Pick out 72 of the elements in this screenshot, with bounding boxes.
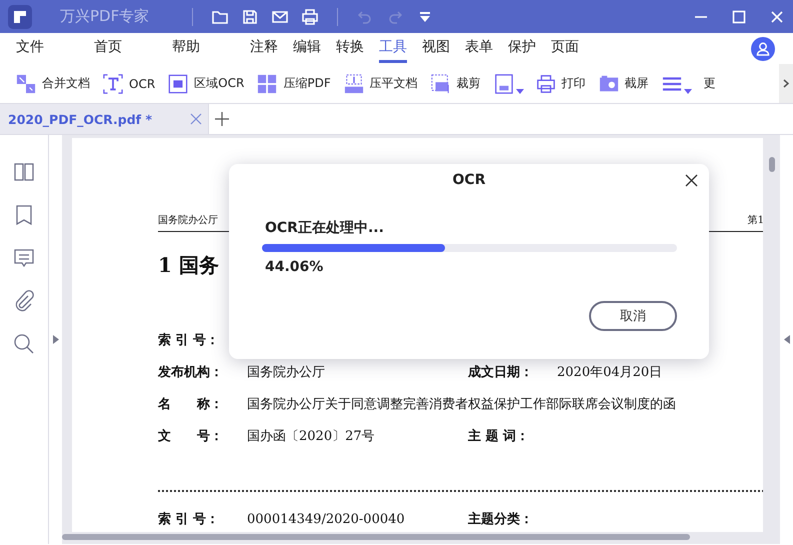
page-number: 第1 bbox=[748, 214, 763, 227]
caret-icon bbox=[684, 88, 692, 94]
camera-icon bbox=[598, 74, 619, 94]
dropdown-button[interactable] bbox=[494, 74, 524, 94]
tool-button[interactable]: 打印 bbox=[536, 74, 586, 94]
menu-item[interactable]: 表单 bbox=[465, 34, 493, 63]
field-label: 索 引 号： bbox=[158, 332, 220, 350]
dialog-title: OCR bbox=[452, 172, 486, 188]
menu-item[interactable]: 工具 bbox=[379, 34, 407, 63]
save-icon[interactable] bbox=[241, 8, 259, 26]
document-heading: 1 国务 bbox=[158, 252, 219, 279]
menu-item[interactable]: 页面 bbox=[551, 34, 579, 63]
text-frame-icon bbox=[103, 74, 123, 94]
collapse-arrow-icon[interactable] bbox=[784, 335, 790, 344]
tool-button[interactable]: 压平文档 bbox=[344, 74, 418, 94]
status-message: OCR正在处理中... bbox=[265, 219, 385, 237]
field-label: 发布机构： bbox=[158, 364, 224, 382]
field-label: 主 题 词： bbox=[468, 428, 530, 446]
menu-item[interactable]: 编辑 bbox=[293, 34, 321, 63]
field-label: 名 称： bbox=[158, 396, 224, 414]
menu-item[interactable]: 文件 bbox=[16, 34, 44, 63]
compress-icon bbox=[257, 74, 278, 94]
chevron-right-icon bbox=[783, 79, 789, 88]
menu-item[interactable]: 保护 bbox=[508, 34, 536, 63]
menu-item[interactable]: 首页 bbox=[94, 34, 122, 63]
field-value: 国务院办公厅关于同意调整完善消费者权益保护工作部际联席会议制度的函 bbox=[247, 396, 677, 414]
tool-button[interactable]: 合并文档 bbox=[16, 74, 90, 94]
document-tab[interactable]: 2020_PDF_OCR.pdf * bbox=[0, 104, 209, 134]
tool-button[interactable]: 压缩PDF bbox=[257, 74, 331, 94]
tool-button[interactable]: 区域OCR bbox=[168, 74, 244, 94]
tool-button[interactable]: 截屏 bbox=[598, 74, 649, 94]
printer-icon bbox=[536, 74, 556, 94]
print-icon[interactable] bbox=[301, 8, 319, 26]
comment-icon[interactable] bbox=[13, 247, 35, 269]
scroll-right-button[interactable] bbox=[779, 64, 793, 103]
scrollbar-thumb[interactable] bbox=[62, 534, 690, 540]
progress-percent: 44.06% bbox=[265, 259, 324, 275]
field-label: 成文日期： bbox=[468, 364, 534, 382]
area-select-icon bbox=[168, 74, 188, 94]
field-label: 索 引 号： bbox=[158, 510, 220, 529]
cancel-button[interactable]: 取消 bbox=[589, 301, 677, 331]
field-label: 文 号： bbox=[158, 428, 224, 446]
tab-title: 2020_PDF_OCR.pdf * bbox=[8, 112, 152, 126]
tool-button[interactable]: OCR bbox=[103, 74, 156, 94]
thumbnails-icon[interactable] bbox=[13, 161, 35, 183]
app-logo-icon bbox=[8, 4, 32, 28]
scrollbar-thumb[interactable] bbox=[768, 157, 774, 172]
expand-arrow-icon[interactable] bbox=[52, 335, 58, 344]
field-value: 2020年04月20日 bbox=[557, 364, 664, 382]
close-icon[interactable] bbox=[685, 174, 698, 187]
app-title: 万兴PDF专家 bbox=[60, 7, 150, 26]
search-icon[interactable] bbox=[13, 333, 35, 355]
menu-item[interactable]: 注释 bbox=[250, 34, 278, 63]
page-header-text: 国务院办公厅 bbox=[158, 214, 218, 227]
menu-item[interactable]: 帮助 bbox=[172, 34, 200, 63]
add-tab-icon[interactable] bbox=[215, 112, 229, 126]
merge-icon bbox=[16, 74, 36, 94]
crop-icon bbox=[430, 74, 451, 94]
field-value: 国办函〔2020〕27号 bbox=[247, 428, 376, 446]
menu-item[interactable]: 视图 bbox=[422, 34, 450, 63]
flatten-icon bbox=[344, 74, 364, 94]
field-label: 主题分类： bbox=[468, 510, 534, 529]
caret-icon bbox=[516, 88, 524, 94]
maximize-icon[interactable] bbox=[731, 8, 747, 24]
tool-button[interactable]: 裁剪 bbox=[430, 74, 481, 94]
field-value: 000014349/2020-00040 bbox=[247, 511, 406, 529]
tool-button[interactable]: 更 bbox=[704, 75, 716, 92]
paperclip-icon[interactable] bbox=[13, 290, 35, 312]
page-icon bbox=[494, 74, 514, 94]
user-avatar-icon[interactable] bbox=[751, 36, 775, 60]
field-value: 国务院办公厅 bbox=[247, 364, 326, 382]
menu-item[interactable]: 转换 bbox=[336, 34, 364, 63]
